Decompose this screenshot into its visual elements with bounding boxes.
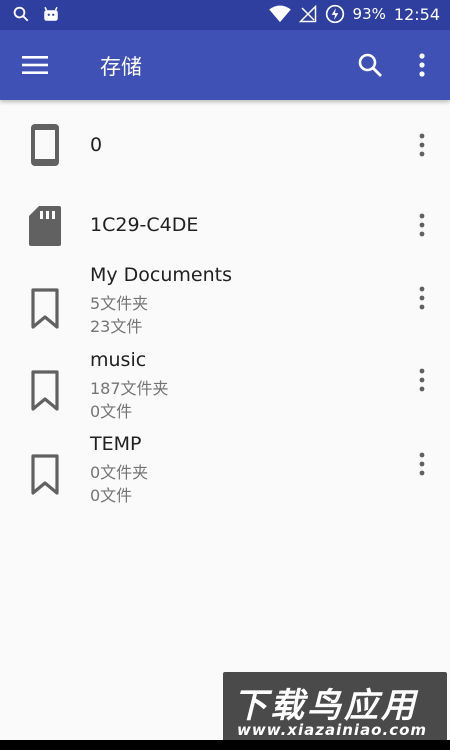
- list-item-internal-storage[interactable]: 0: [0, 100, 450, 180]
- navigation-bar: [0, 740, 450, 750]
- storage-list: 0 1C29-C4DE My Documents 5文件夹 23文件 music…: [0, 100, 450, 514]
- no-signal-icon: [298, 5, 316, 23]
- item-title: My Documents: [90, 264, 233, 286]
- bookmark-icon: [31, 370, 59, 411]
- item-title: 1C29-C4DE: [90, 214, 199, 236]
- page-title: 存储: [100, 55, 142, 79]
- watermark-url: www.xiazainiao.com: [237, 721, 428, 739]
- phone-icon: [31, 124, 59, 166]
- list-item-bookmark[interactable]: My Documents 5文件夹 23文件: [0, 260, 450, 345]
- item-folder-count: 187文件夹: [90, 379, 169, 398]
- app-bar: 存储: [0, 30, 450, 100]
- item-folder-count: 5文件夹: [90, 294, 149, 313]
- bookmark-icon: [31, 454, 59, 495]
- item-title: TEMP: [90, 433, 142, 455]
- battery-percent: 93%: [352, 5, 386, 23]
- item-more-icon[interactable]: [412, 367, 432, 393]
- item-file-count: 23文件: [90, 317, 143, 336]
- watermark: 下载鸟应用 www.xiazainiao.com: [223, 672, 447, 744]
- watermark-logo-text: 下载鸟应用: [233, 686, 418, 726]
- item-title: 0: [90, 134, 103, 156]
- android-icon: [44, 6, 58, 21]
- bookmark-icon: [31, 288, 59, 329]
- wifi-icon: [268, 5, 291, 23]
- list-item-sd-card[interactable]: 1C29-C4DE: [0, 180, 450, 260]
- item-more-icon[interactable]: [412, 285, 432, 311]
- item-more-icon[interactable]: [412, 451, 432, 477]
- menu-icon[interactable]: [22, 53, 48, 77]
- item-folder-count: 0文件夹: [90, 463, 149, 482]
- search-icon[interactable]: [357, 52, 383, 78]
- search-icon: [13, 6, 29, 22]
- list-item-bookmark[interactable]: TEMP 0文件夹 0文件: [0, 429, 450, 514]
- item-more-icon[interactable]: [412, 212, 432, 238]
- item-file-count: 0文件: [90, 402, 133, 421]
- clock: 12:54: [393, 4, 440, 24]
- more-options-icon[interactable]: [412, 52, 432, 78]
- status-bar: 93% 12:54: [0, 0, 450, 30]
- list-item-bookmark[interactable]: music 187文件夹 0文件: [0, 345, 450, 429]
- item-file-count: 0文件: [90, 486, 133, 505]
- item-more-icon[interactable]: [412, 132, 432, 158]
- item-title: music: [90, 349, 147, 371]
- sd-card-icon: [29, 206, 61, 246]
- battery-saver-icon: [325, 4, 344, 24]
